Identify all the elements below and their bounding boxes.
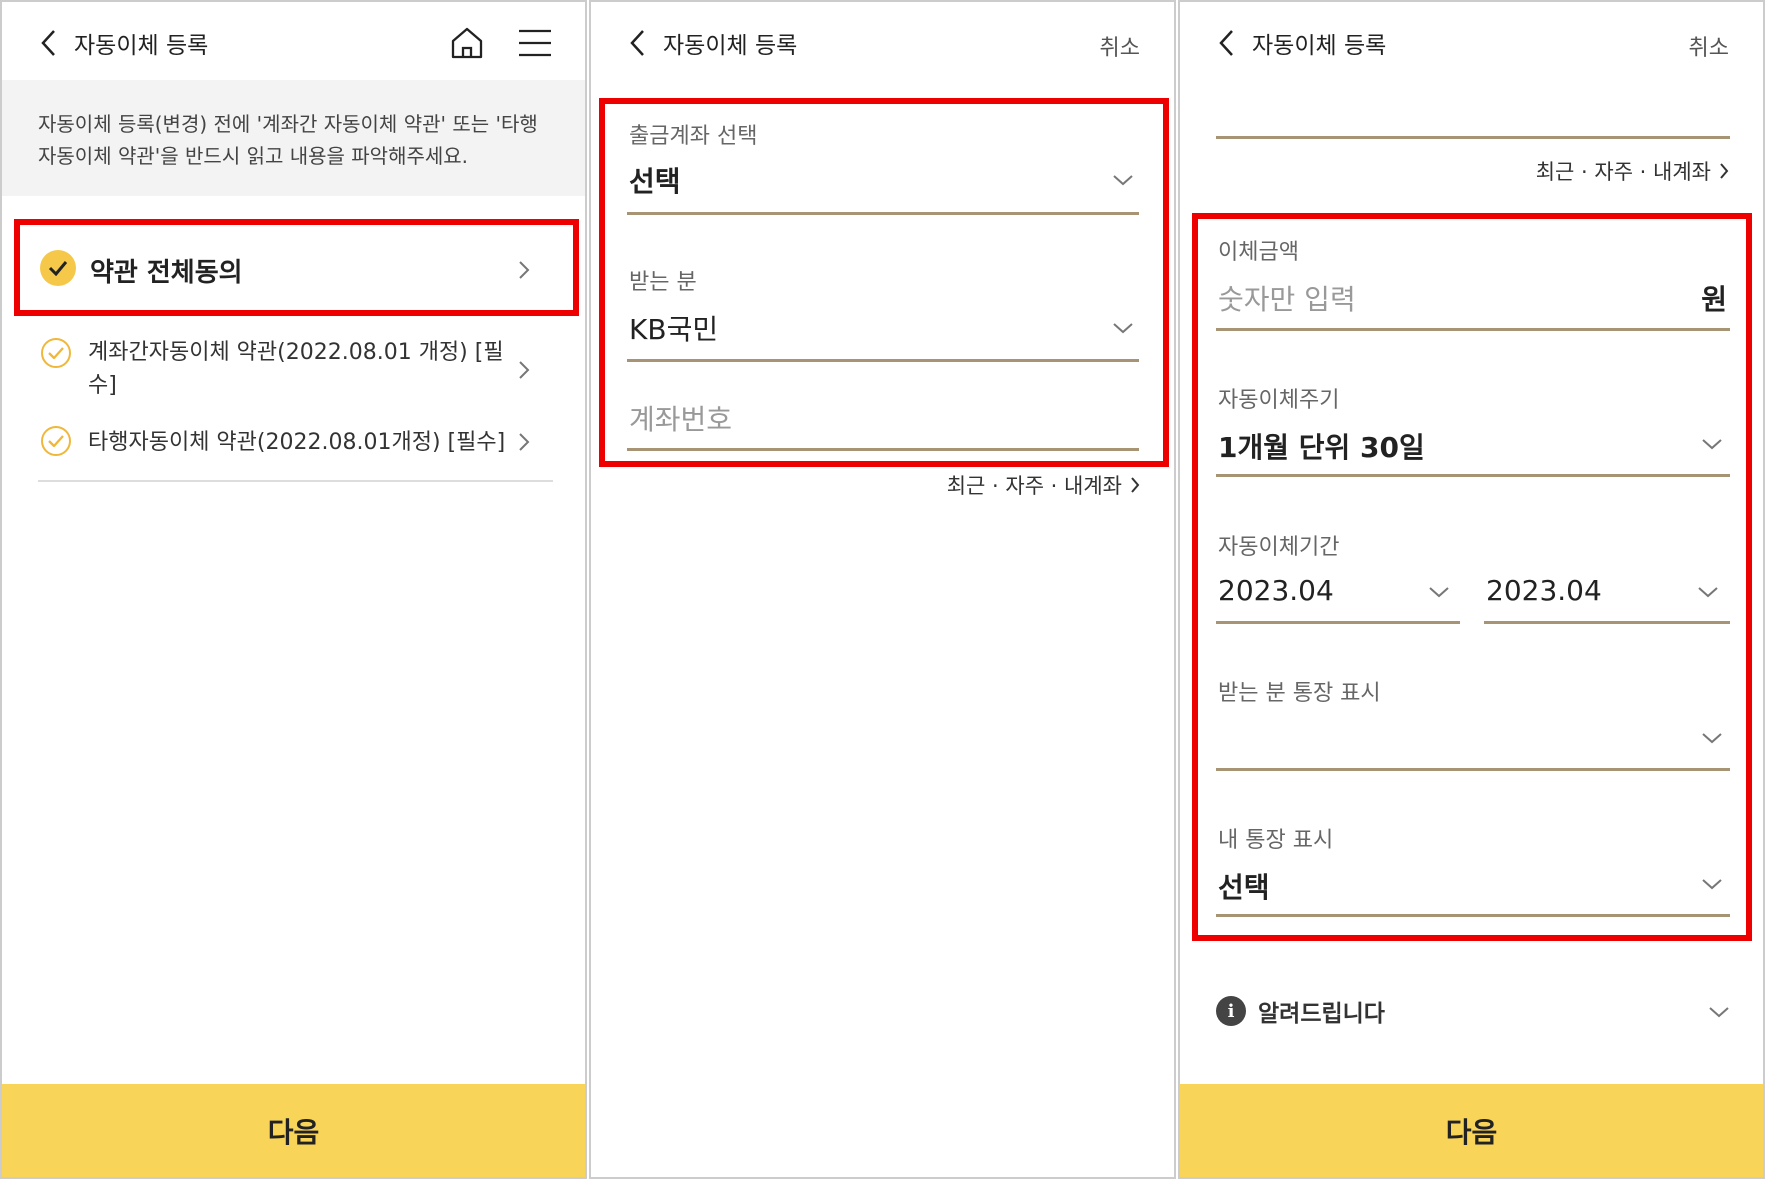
amount-label: 이체금액 xyxy=(1218,240,1299,265)
recent-accounts-link[interactable]: 최근 · 자주 · 내계좌 xyxy=(1536,156,1729,186)
receiver-bank-select[interactable]: KB국민 xyxy=(629,308,718,348)
recent-accounts-link[interactable]: 최근 · 자주 · 내계좌 xyxy=(947,470,1140,500)
cycle-select[interactable]: 1개월 단위 30일 xyxy=(1218,426,1425,466)
field-underline xyxy=(627,448,1139,451)
notice-label: 알려드립니다 xyxy=(1258,1001,1385,1027)
divider xyxy=(38,480,553,482)
field-underline xyxy=(627,212,1139,215)
check-filled-icon xyxy=(40,250,76,286)
my-display-label: 내 통장 표시 xyxy=(1218,828,1334,853)
chevron-down-icon[interactable] xyxy=(1701,732,1723,744)
header: 자동이체 등록 xyxy=(2,2,585,82)
field-underline xyxy=(1216,768,1730,771)
terms-item[interactable]: 계좌간자동이체 약관(2022.08.01 개정) [필 수] xyxy=(38,332,538,402)
period-label: 자동이체기간 xyxy=(1218,535,1340,560)
terms-item-label: 계좌간자동이체 약관(2022.08.01 개정) [필 수] xyxy=(88,340,504,398)
terms-panel: 자동이체 등록 자동이체 등록(변경) 전에 '계좌간 자동이체 약관' 또는 … xyxy=(0,0,587,1179)
back-arrow-icon[interactable] xyxy=(1216,28,1238,58)
header: 자동이체 등록 취소 xyxy=(1180,2,1763,82)
agree-all-label: 약관 전체동의 xyxy=(90,258,243,288)
field-underline xyxy=(1216,136,1730,139)
chevron-down-icon xyxy=(1709,1007,1729,1018)
terms-item-label: 타행자동이체 약관(2022.08.01개정) [필수] xyxy=(88,430,506,455)
receiver-display-label: 받는 분 통장 표시 xyxy=(1218,681,1381,706)
check-outline-icon xyxy=(41,338,71,368)
next-button[interactable]: 다음 xyxy=(2,1084,585,1177)
chevron-right-icon xyxy=(1131,477,1140,493)
amount-input[interactable]: 숫자만 입력 xyxy=(1218,278,1356,318)
recent-accounts-label: 최근 · 자주 · 내계좌 xyxy=(1535,160,1711,184)
period-start-select[interactable]: 2023.04 xyxy=(1218,574,1334,607)
cancel-button[interactable]: 취소 xyxy=(1100,30,1140,62)
notice-accordion[interactable]: i 알려드립니다 xyxy=(1216,992,1736,1032)
next-button[interactable]: 다음 xyxy=(1180,1084,1763,1177)
field-underline xyxy=(1484,621,1730,624)
field-underline xyxy=(1216,328,1730,331)
page-title: 자동이체 등록 xyxy=(663,33,798,59)
chevron-down-icon[interactable] xyxy=(1697,586,1719,598)
terms-item[interactable]: 타행자동이체 약관(2022.08.01개정) [필수] xyxy=(38,422,538,462)
home-icon[interactable] xyxy=(450,26,484,60)
period-end-select[interactable]: 2023.04 xyxy=(1486,574,1602,607)
withdraw-account-select[interactable]: 선택 xyxy=(629,160,681,200)
terms-notice: 자동이체 등록(변경) 전에 '계좌간 자동이체 약관' 또는 '타행 자동이체… xyxy=(2,80,585,196)
menu-icon[interactable] xyxy=(518,29,552,57)
agree-all-row[interactable]: 약관 전체동의 xyxy=(38,246,538,296)
check-outline-icon xyxy=(41,426,71,456)
chevron-down-icon[interactable] xyxy=(1112,174,1134,186)
my-display-select[interactable]: 선택 xyxy=(1218,866,1270,906)
cycle-label: 자동이체주기 xyxy=(1218,388,1340,413)
receiver-label: 받는 분 xyxy=(629,270,697,295)
page-title: 자동이체 등록 xyxy=(74,33,209,59)
chevron-right-icon xyxy=(1720,163,1729,179)
chevron-down-icon[interactable] xyxy=(1701,878,1723,890)
cancel-button[interactable]: 취소 xyxy=(1689,30,1729,62)
back-arrow-icon[interactable] xyxy=(38,28,60,58)
field-underline xyxy=(1216,474,1730,477)
field-underline xyxy=(627,359,1139,362)
chevron-right-icon xyxy=(519,433,530,451)
withdraw-account-label: 출금계좌 선택 xyxy=(629,124,758,149)
info-icon: i xyxy=(1216,996,1246,1026)
chevron-down-icon[interactable] xyxy=(1112,322,1134,334)
page-title: 자동이체 등록 xyxy=(1252,33,1387,59)
chevron-down-icon[interactable] xyxy=(1428,586,1450,598)
account-number-input[interactable]: 계좌번호 xyxy=(629,398,732,438)
currency-unit: 원 xyxy=(1701,283,1727,316)
chevron-down-icon[interactable] xyxy=(1701,438,1723,450)
back-arrow-icon[interactable] xyxy=(627,28,649,58)
field-underline xyxy=(1216,621,1460,624)
recent-accounts-label: 최근 · 자주 · 내계좌 xyxy=(946,474,1122,498)
transfer-detail-panel: 자동이체 등록 취소 최근 · 자주 · 내계좌 이체금액 숫자만 입력 원 자… xyxy=(1178,0,1765,1179)
header: 자동이체 등록 취소 xyxy=(591,2,1174,82)
chevron-right-icon xyxy=(519,361,530,379)
account-panel: 자동이체 등록 취소 출금계좌 선택 선택 받는 분 KB국민 계좌번호 최근 … xyxy=(589,0,1176,1179)
chevron-right-icon xyxy=(519,261,530,279)
field-underline xyxy=(1216,914,1730,917)
